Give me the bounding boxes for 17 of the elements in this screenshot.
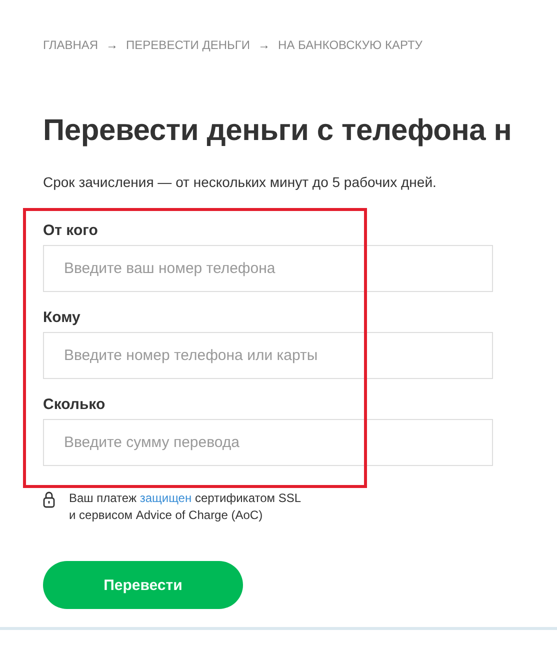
input-field[interactable]: Введите сумму перевода bbox=[43, 419, 493, 466]
protected-link[interactable]: защищен bbox=[140, 491, 192, 505]
arrow-separator: → bbox=[258, 38, 270, 52]
breadcrumb-link[interactable]: ГЛАВНАЯ bbox=[43, 38, 98, 52]
transfer-button[interactable]: Перевести bbox=[43, 561, 243, 609]
page-title: Перевести деньги с телефона н bbox=[43, 114, 513, 148]
breadcrumb-link[interactable]: НА БАНКОВСКУЮ КАРТУ bbox=[278, 38, 422, 52]
security-note: Ваш платеж защищен сертификатом SSL и сервисом Advice of Charge (AoC) bbox=[69, 490, 302, 524]
input-field[interactable]: Введите номер телефона или карты bbox=[43, 332, 493, 379]
field-label: Кому bbox=[43, 309, 82, 326]
input-field[interactable]: Введите ваш номер телефона bbox=[43, 245, 493, 292]
subtitle: Срок зачисления — от нескольких минут до 5 рабочих дней. bbox=[43, 174, 438, 190]
field-label: От кого bbox=[43, 222, 99, 239]
field-label: Сколько bbox=[43, 396, 106, 413]
arrow-separator: → bbox=[106, 38, 118, 52]
lock-icon bbox=[43, 491, 55, 508]
breadcrumb-link[interactable]: ПЕРЕВЕСТИ ДЕНЬГИ bbox=[126, 38, 250, 52]
